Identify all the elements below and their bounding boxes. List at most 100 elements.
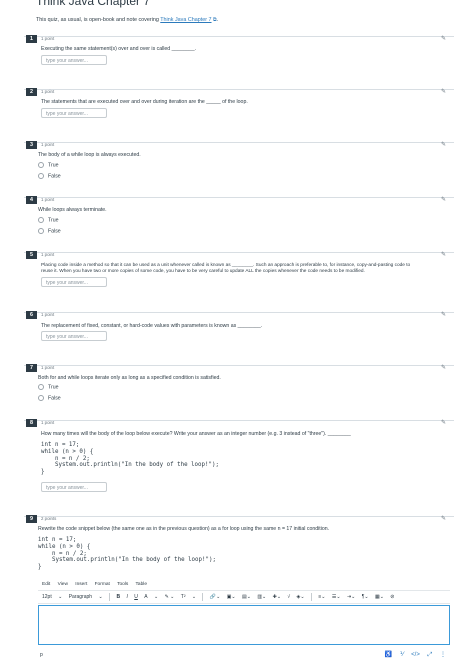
choice-label: False (48, 395, 61, 402)
radio-button[interactable] (38, 173, 44, 179)
accessibility-checker-icon[interactable]: ♿ (385, 652, 392, 658)
italic-button[interactable]: I (126, 591, 127, 603)
essay-editor-area[interactable] (38, 605, 450, 645)
code-line: n = n / 2; (41, 455, 90, 462)
question-points: 1 point (41, 89, 55, 94)
table-icon[interactable]: ▦⌄ (375, 591, 384, 603)
menu-insert[interactable]: Insert (75, 582, 87, 587)
question-prompt: The body of a while loop is always execu… (38, 152, 141, 158)
highlight-color-button[interactable]: ✎ ⌄ (165, 591, 175, 603)
radio-button[interactable] (38, 162, 44, 168)
question-points: 1 point (41, 197, 55, 202)
align-icon[interactable]: ≡⌄ (318, 591, 325, 603)
choice-true[interactable]: True (38, 162, 58, 168)
choice-true[interactable]: True (38, 217, 58, 223)
choice-false[interactable]: False (38, 395, 61, 401)
editor-menubar: Edit View Insert Format Tools Table (42, 582, 153, 587)
resize-handle-icon[interactable]: ⋮ (440, 652, 446, 658)
pin-icon[interactable]: ✎ (441, 196, 446, 203)
question-number: 8 (26, 419, 37, 427)
equation-icon[interactable]: √ (287, 591, 290, 603)
code-snippet: int n = 17; while (n > 0) { n = n / 2; Sy… (41, 442, 219, 476)
question-prompt: Executing the same statement(s) over and… (41, 46, 197, 52)
code-line: int n = 17; (41, 442, 80, 448)
code-line: } (38, 564, 42, 571)
question-number: 3 (26, 141, 37, 149)
list-icon[interactable]: ☰⌄ (332, 591, 341, 603)
choice-label: False (48, 228, 61, 235)
text-color-button[interactable]: A ⌄ (144, 591, 158, 603)
media-icon[interactable]: ▤⌄ (242, 591, 251, 603)
pin-icon[interactable]: ✎ (441, 515, 446, 522)
code-snippet: int n = 17; while (n > 0) { n = n / 2; Sy… (38, 537, 216, 571)
answer-input[interactable]: type your answer... (41, 55, 107, 65)
editor-toolbar: 12pt ⌄ Paragraph ⌄ B I U A ⌄ ✎ ⌄ T² ⌄ 🔗⌄… (38, 590, 450, 604)
question-points: 1 point (41, 312, 55, 317)
choice-label: True (48, 384, 59, 391)
font-size-select[interactable]: 12pt ⌄ (42, 591, 62, 603)
element-path: p (40, 652, 43, 658)
indent-icon[interactable]: ⇥⌄ (347, 591, 355, 603)
superscript-button[interactable]: T² ⌄ (181, 591, 196, 603)
pin-icon[interactable]: ✎ (441, 364, 446, 371)
editor-statusbar: p ♿ ⅟ </> ⤢ ⋮ (38, 650, 450, 662)
pin-icon[interactable]: ✎ (441, 311, 446, 318)
question-points: 1 point (41, 365, 55, 370)
html-editor-button[interactable]: </> (411, 652, 420, 658)
question-prompt: The statements that are executed over an… (41, 99, 248, 105)
choice-false[interactable]: False (38, 228, 61, 234)
fullscreen-icon[interactable]: ⤢ (428, 652, 433, 658)
question-prompt: The replacement of fixed, constant, or h… (41, 323, 263, 329)
ltr-icon[interactable]: ¶⌄ (362, 591, 369, 603)
question-number: 7 (26, 364, 37, 372)
question-points: 1 point (41, 142, 55, 147)
menu-view[interactable]: View (58, 582, 68, 587)
chapter-link[interactable]: Think Java Chapter 7 (160, 17, 211, 23)
answer-input[interactable]: type your answer... (41, 277, 107, 287)
menu-table[interactable]: Table (136, 582, 147, 587)
bold-button[interactable]: B (116, 591, 120, 603)
question-prompt: Rewrite the code snippet below (the same… (38, 526, 330, 532)
question-number: 1 (26, 35, 37, 43)
pin-icon[interactable]: ✎ (441, 35, 446, 42)
question-number: 9 (26, 515, 37, 523)
menu-format[interactable]: Format (95, 582, 110, 587)
rce-plugin-icon[interactable]: ◈⌄ (297, 591, 305, 603)
choice-true[interactable]: True (38, 384, 58, 390)
toolbar-separator (310, 592, 312, 601)
question-number: 4 (26, 196, 37, 204)
code-line: System.out.println("In the body of the l… (38, 557, 216, 564)
question-prompt: While loops always terminate. (38, 207, 107, 213)
document-icon[interactable]: ▥⌄ (257, 591, 266, 603)
pin-icon[interactable]: ✎ (441, 419, 446, 426)
answer-input[interactable]: type your answer... (41, 482, 107, 492)
quiz-intro: This quiz, as usual, is open-book and no… (36, 17, 218, 23)
question-number: 6 (26, 311, 37, 319)
pin-icon[interactable]: ✎ (441, 141, 446, 148)
answer-input[interactable]: type your answer... (41, 331, 107, 341)
intro-text: This quiz, as usual, is open-book and no… (36, 17, 161, 23)
image-icon[interactable]: ▣⌄ (227, 591, 236, 603)
word-count-icon[interactable]: ⅟ (400, 652, 403, 658)
menu-tools[interactable]: Tools (117, 582, 128, 587)
link-icon[interactable]: 🔗⌄ (210, 591, 220, 603)
code-line: } (41, 469, 45, 476)
pin-icon[interactable]: ✎ (441, 88, 446, 95)
intro-end: . (216, 17, 219, 23)
menu-edit[interactable]: Edit (42, 582, 50, 587)
clear-format-icon[interactable]: ⊘ (390, 591, 394, 603)
pin-icon[interactable]: ✎ (441, 251, 446, 258)
choice-false[interactable]: False (38, 173, 61, 179)
answer-input[interactable]: type your answer... (41, 108, 107, 118)
radio-button[interactable] (38, 384, 44, 390)
paragraph-select[interactable]: Paragraph ⌄ (69, 591, 103, 603)
radio-button[interactable] (38, 228, 44, 234)
question-number: 2 (26, 88, 37, 96)
choice-label: True (48, 217, 59, 224)
underline-button[interactable]: U (134, 591, 138, 603)
apps-icon[interactable]: ✚⌄ (273, 591, 281, 603)
toolbar-separator (202, 592, 204, 601)
radio-button[interactable] (38, 217, 44, 223)
radio-button[interactable] (38, 395, 44, 401)
code-line: int n = 17; (38, 537, 77, 543)
